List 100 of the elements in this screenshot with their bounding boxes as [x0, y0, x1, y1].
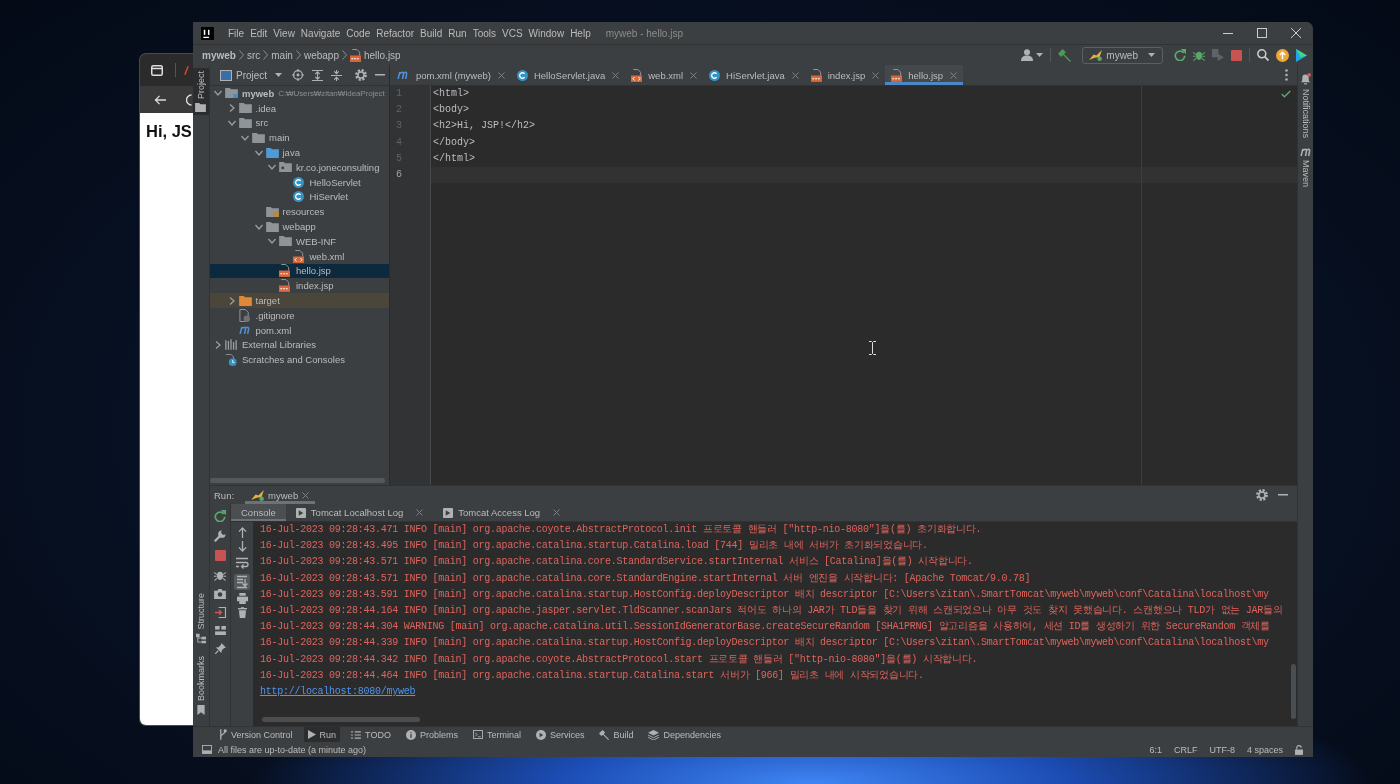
editor-tab[interactable]: HelloServlet.java	[510, 65, 626, 85]
panel-toggle-icon[interactable]	[202, 745, 212, 754]
expand-all-icon[interactable]	[312, 69, 324, 81]
tree-item[interactable]: .idea	[210, 100, 389, 116]
menu-item[interactable]: Refactor	[373, 27, 418, 39]
back-arrow-icon[interactable]	[154, 94, 166, 105]
status-bar-item[interactable]: UTF-8	[1209, 744, 1235, 755]
editor-tab[interactable]: hello.jsp	[885, 65, 964, 85]
run-config-dropdown[interactable]: myweb	[1082, 46, 1163, 64]
console-link[interactable]: http://localhost:8080/myweb	[260, 683, 416, 701]
tree-item[interactable]: HiServlet	[210, 189, 389, 205]
close-icon[interactable]	[497, 71, 505, 79]
tree-item[interactable]: index.jsp	[210, 278, 389, 294]
menu-item[interactable]: View	[270, 27, 298, 39]
scroll-to-end-icon[interactable]	[234, 574, 250, 590]
side-tab[interactable]: Project	[193, 68, 209, 115]
close-icon[interactable]	[612, 71, 620, 79]
tree-item[interactable]: target	[210, 293, 389, 308]
update-icon[interactable]	[1276, 48, 1289, 62]
login-icon[interactable]	[214, 607, 226, 618]
menu-item[interactable]: Run	[445, 27, 470, 39]
print-icon[interactable]	[236, 593, 248, 604]
chevron-icon[interactable]	[214, 89, 222, 98]
menu-item[interactable]: Tools	[469, 27, 499, 39]
layout-icon[interactable]	[214, 626, 226, 635]
tool-window-button[interactable]: Version Control	[215, 727, 297, 742]
minimize-icon[interactable]	[1223, 32, 1233, 34]
horizontal-scrollbar[interactable]	[262, 717, 420, 722]
settings-icon[interactable]	[1256, 489, 1268, 501]
tool-window-button[interactable]: Terminal	[468, 727, 525, 742]
close-icon[interactable]	[690, 71, 698, 79]
close-icon[interactable]	[553, 509, 561, 516]
status-bar-item[interactable]: 6:1	[1149, 744, 1162, 755]
hammer-icon[interactable]	[1058, 48, 1072, 62]
tree-item[interactable]: resources	[210, 204, 389, 220]
tool-window-button[interactable]: TODO	[347, 727, 395, 742]
console-tab[interactable]: Tomcat Localhost Log	[285, 504, 434, 521]
editor-tab[interactable]: web.xml	[625, 65, 704, 85]
person-icon[interactable]	[1021, 49, 1034, 61]
plugin-icon[interactable]	[1296, 48, 1307, 62]
tree-item[interactable]: main	[210, 130, 389, 146]
tree-item[interactable]: Scratches and Consoles	[210, 352, 389, 368]
breadcrumb-item[interactable]: webapp	[303, 49, 339, 61]
tool-window-button[interactable]: Dependencies	[644, 727, 725, 742]
tree-item[interactable]: .gitignore	[210, 307, 389, 323]
bug-icon[interactable]	[214, 569, 226, 581]
close-icon[interactable]	[302, 491, 310, 499]
menu-item[interactable]: Edit	[247, 27, 271, 39]
lock-icon[interactable]	[1295, 744, 1303, 755]
wrench-icon[interactable]	[214, 530, 226, 542]
menu-item[interactable]: Help	[567, 27, 594, 39]
breadcrumb-item[interactable]: myweb	[202, 49, 236, 61]
more-icon[interactable]	[1285, 69, 1288, 81]
editor-tab[interactable]: index.jsp	[804, 65, 886, 85]
breadcrumb-item[interactable]: main	[271, 49, 293, 61]
tool-window-button[interactable]: Build	[595, 727, 638, 742]
chevron-icon[interactable]	[254, 222, 263, 231]
vertical-scrollbar[interactable]	[1291, 664, 1296, 719]
maximize-icon[interactable]	[1257, 28, 1267, 38]
tree-item[interactable]: myweb C:₩Users₩zitan₩IdeaProject	[210, 86, 389, 101]
console-tab[interactable]: Tomcat Access Log	[433, 504, 571, 521]
reload-icon[interactable]	[186, 93, 192, 106]
pin-icon[interactable]	[214, 643, 226, 654]
side-tab[interactable]: Notifications	[1298, 73, 1313, 139]
side-tab[interactable]: Bookmarks	[193, 653, 209, 718]
chevron-icon[interactable]	[241, 133, 249, 142]
close-icon[interactable]	[791, 71, 799, 79]
rerun-icon[interactable]	[1174, 49, 1186, 61]
camera-icon[interactable]	[214, 589, 226, 599]
editor-tab[interactable]: HiServlet.java	[703, 65, 805, 85]
tree-item[interactable]: HelloServlet	[210, 174, 389, 190]
menu-item[interactable]: Code	[343, 27, 374, 39]
tree-item[interactable]: webapp	[210, 219, 389, 234]
tree-item[interactable]: pom.xml	[210, 322, 389, 338]
side-tab[interactable]: Structure	[193, 590, 209, 647]
tool-window-button[interactable]: Run	[303, 727, 341, 742]
menu-item[interactable]: Build	[417, 27, 446, 39]
tree-item[interactable]: java	[210, 145, 389, 160]
close-icon[interactable]	[872, 71, 880, 79]
tree-item[interactable]: src	[210, 115, 389, 131]
chevron-icon[interactable]	[227, 296, 236, 305]
stop-icon[interactable]	[214, 550, 226, 561]
chevron-icon[interactable]	[268, 237, 276, 246]
breadcrumb-item[interactable]: hello.jsp	[349, 48, 401, 62]
trash-icon[interactable]	[237, 607, 247, 618]
tree-item[interactable]: WEB-INF	[210, 233, 389, 249]
minimize-icon[interactable]	[375, 74, 386, 76]
close-icon[interactable]	[1291, 28, 1301, 38]
rerun-icon[interactable]	[214, 510, 226, 522]
arrow-down-icon[interactable]	[237, 541, 247, 552]
tool-window-button[interactable]: Services	[531, 727, 589, 742]
stop-icon[interactable]	[1231, 49, 1242, 61]
menu-item[interactable]: VCS	[499, 27, 526, 39]
tree-item[interactable]: web.xml	[210, 248, 389, 264]
breadcrumb-item[interactable]: src	[246, 49, 261, 61]
search-icon[interactable]	[1257, 49, 1269, 61]
tree-item[interactable]: External Libraries	[210, 337, 389, 353]
arrow-up-icon[interactable]	[237, 527, 247, 538]
favicon-icon[interactable]	[184, 65, 189, 75]
chevron-icon[interactable]	[227, 104, 236, 113]
